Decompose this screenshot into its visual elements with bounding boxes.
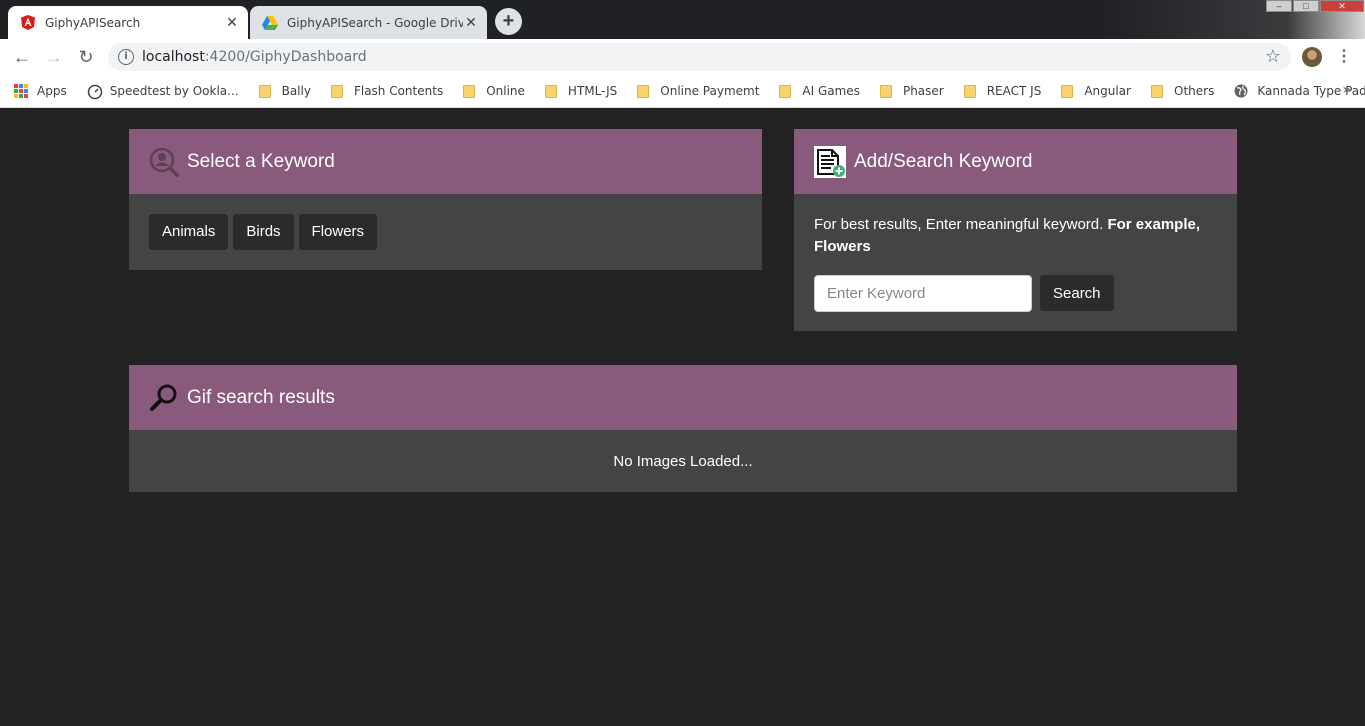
angular-icon	[20, 15, 36, 31]
folder-icon	[637, 84, 650, 98]
browser-tab-strip: GiphyAPISearch ✕ GiphyAPISearch - Google…	[0, 0, 1365, 39]
user-search-icon	[149, 147, 179, 177]
folder-icon	[779, 84, 792, 98]
bookmark-star-icon[interactable]: ☆	[1265, 46, 1281, 67]
search-row: Search	[814, 275, 1217, 312]
bookmark-apps[interactable]: Apps	[14, 84, 67, 98]
results-body: No Images Loaded...	[129, 430, 1237, 492]
speedometer-icon	[87, 84, 102, 100]
add-search-keyword-panel: Add/Search Keyword For best results, Ent…	[794, 129, 1237, 331]
tab-giphy-api-search[interactable]: GiphyAPISearch ✕	[8, 6, 248, 39]
keyword-button-birds[interactable]: Birds	[233, 214, 294, 250]
more-bookmarks-icon[interactable]: »	[1342, 82, 1351, 98]
add-panel-body: For best results, Enter meaningful keywo…	[794, 194, 1237, 312]
browser-toolbar: ← → ↻ i localhost:4200/GiphyDashboard ☆ …	[0, 39, 1365, 75]
panel-header: Select a Keyword	[129, 129, 762, 194]
folder-icon	[963, 84, 976, 98]
keyword-input[interactable]	[814, 275, 1032, 312]
folder-icon	[1151, 84, 1163, 98]
bookmark-folder[interactable]: AI Games	[779, 84, 860, 98]
bookmark-folder[interactable]: Online Paymemt	[637, 84, 759, 98]
bookmark-folder[interactable]: Angular	[1061, 84, 1131, 98]
folder-icon	[463, 84, 476, 98]
close-icon[interactable]: ✕	[463, 15, 479, 31]
bookmark-speedtest[interactable]: Speedtest by Ookla...	[87, 84, 239, 100]
reload-icon[interactable]: ↻	[76, 47, 96, 67]
bookmark-folder[interactable]: Online	[463, 84, 525, 98]
keyword-button-flowers[interactable]: Flowers	[298, 214, 378, 250]
tab-title: GiphyAPISearch	[45, 15, 141, 30]
bookmarks-bar: Apps Speedtest by Ookla... Bally Flash C…	[0, 75, 1365, 108]
folder-icon	[879, 84, 892, 98]
gif-results-panel: Gif search results No Images Loaded...	[129, 365, 1237, 492]
folder-icon	[544, 84, 557, 98]
panel-title: Add/Search Keyword	[854, 150, 1033, 172]
apps-grid-icon	[14, 84, 28, 98]
bookmark-folder[interactable]: Flash Contents	[330, 84, 443, 98]
close-icon[interactable]: ✕	[224, 15, 240, 31]
window-close-icon[interactable]: ✕	[1320, 0, 1364, 12]
maximize-icon[interactable]: □	[1293, 0, 1319, 12]
address-bar[interactable]: i localhost:4200/GiphyDashboard ☆	[108, 43, 1291, 71]
url-path: :4200/GiphyDashboard	[204, 49, 367, 65]
panel-title: Select a Keyword	[187, 150, 335, 172]
info-icon[interactable]: i	[118, 49, 134, 65]
minimize-icon[interactable]: –	[1266, 0, 1292, 12]
add-document-icon	[814, 145, 846, 178]
select-keyword-panel: Select a Keyword Animals Birds Flowers	[129, 129, 762, 270]
bookmark-folder[interactable]: Phaser	[879, 84, 944, 98]
globe-icon	[1234, 84, 1248, 98]
folder-icon	[258, 84, 271, 98]
panel-header: Gif search results	[129, 365, 1237, 430]
back-arrow-icon[interactable]: ←	[12, 47, 32, 67]
keyword-list: Animals Birds Flowers	[129, 194, 762, 270]
tab-google-drive[interactable]: GiphyAPISearch - Google Drive ✕	[250, 6, 487, 39]
menu-dots-icon[interactable]: ⋮	[1336, 47, 1352, 67]
url-host: localhost	[142, 49, 205, 65]
search-button[interactable]: Search	[1040, 275, 1114, 311]
hint-text: For best results, Enter meaningful keywo…	[814, 216, 1201, 255]
forward-arrow-icon[interactable]: →	[44, 47, 64, 67]
magnifier-icon	[149, 383, 179, 413]
keyword-button-animals[interactable]: Animals	[149, 214, 229, 250]
bookmark-folder[interactable]: HTML-JS	[544, 84, 617, 98]
profile-avatar[interactable]	[1302, 47, 1322, 67]
bookmark-folder[interactable]: Bally	[258, 84, 311, 98]
bookmark-folder[interactable]: REACT JS	[963, 84, 1041, 98]
panel-title: Gif search results	[187, 386, 335, 408]
folder-icon	[1061, 84, 1074, 98]
bookmark-folder[interactable]: Others	[1151, 84, 1214, 98]
google-drive-icon	[262, 15, 278, 31]
panel-header: Add/Search Keyword	[794, 129, 1237, 194]
tab-title: GiphyAPISearch - Google Drive	[287, 15, 463, 30]
new-tab-button[interactable]: +	[495, 8, 522, 35]
empty-results-message: No Images Loaded...	[613, 452, 753, 470]
folder-icon	[330, 84, 343, 98]
